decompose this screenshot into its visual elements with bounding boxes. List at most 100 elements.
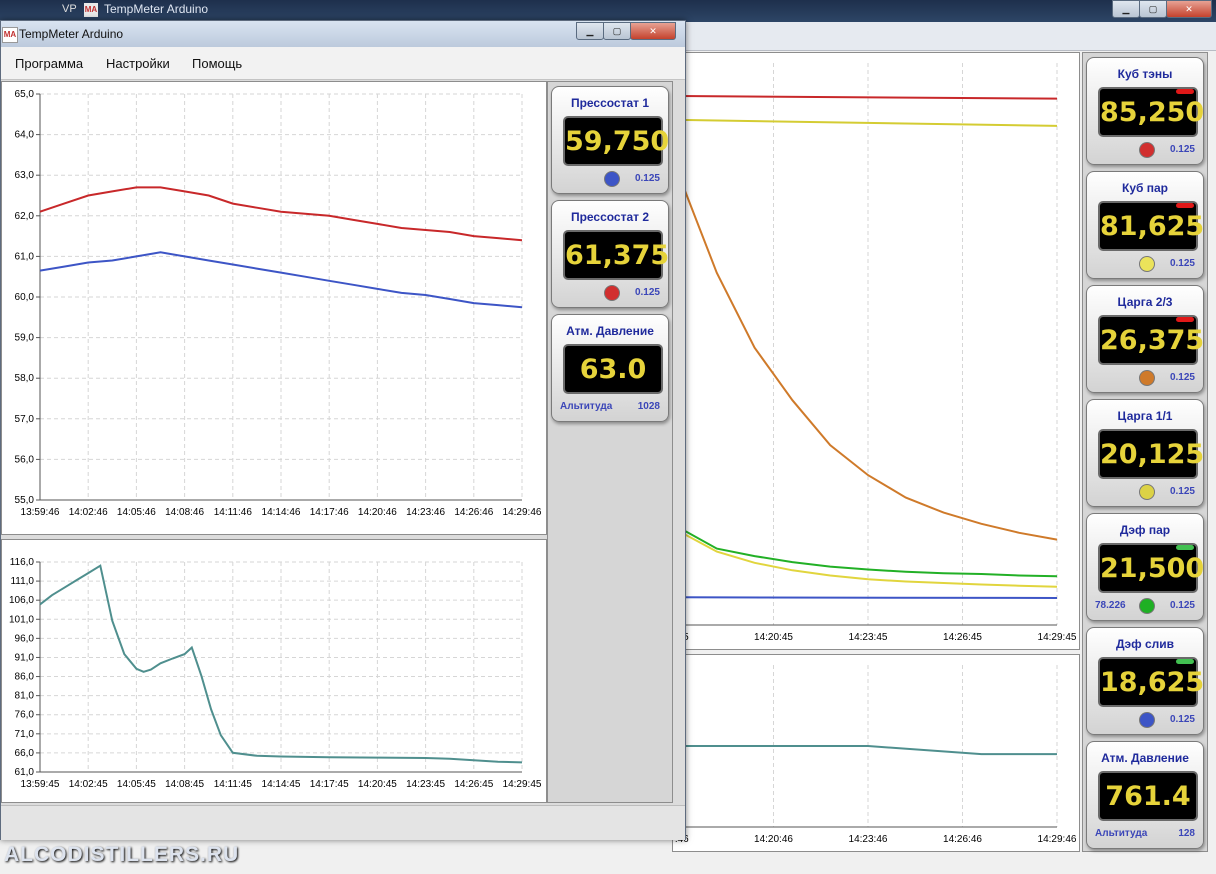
front-sensor-column: Прессостат 1 59,750 0.125 Прессостат 2 6… (547, 81, 673, 803)
sensor-resolution: 0.125 (634, 287, 660, 298)
minimize-icon[interactable]: ▁ (576, 22, 604, 40)
x-tick-label: 14:23:46 (849, 834, 888, 845)
front-titlebar[interactable]: MA TempMeter Arduino ▁ ▢ ✕ (1, 21, 685, 48)
y-tick-label: 76,0 (15, 710, 35, 721)
sensor-display: 61,375 (563, 230, 669, 280)
pressure-chart-panel: 13:59:46 14:02:46 14:05:46 14:08:46 14:11:46… (1, 81, 547, 535)
status-bar (1, 805, 685, 840)
sensor-value: 18,625 (1100, 667, 1205, 698)
menu-program[interactable]: Программа (15, 56, 83, 71)
pressure-value: 63.0 (579, 354, 647, 385)
status-indicator (1176, 659, 1194, 664)
sensor-display: 21,500 (1098, 543, 1205, 593)
sensor-resolution: 0.125 (1169, 600, 1195, 611)
altitude-label: Альтитуда (560, 401, 613, 412)
sensor-value: 85,250 (1100, 97, 1205, 128)
sensor-resolution: 0.125 (1169, 486, 1195, 497)
y-tick-label: 61,0 (15, 251, 35, 262)
y-tick-label: 106,0 (9, 595, 34, 606)
y-tick-label: 58,0 (15, 373, 35, 384)
series-color-dot (1139, 256, 1155, 272)
x-tick-label: 14:29:45 (503, 779, 542, 790)
sensor-title: Куб тэны (1117, 67, 1173, 81)
x-tick-label: 13:59:45 (21, 779, 60, 790)
sensor-value: 59,750 (565, 126, 670, 157)
temperature-chart-plot: 7:4514:20:4514:23:4514:26:4514:29:45 (669, 63, 1077, 643)
y-tick-label: 116,0 (10, 557, 35, 568)
sensor-value: 20,125 (1100, 439, 1205, 470)
x-tick-label: 14:26:46 (454, 507, 493, 518)
x-tick-label: 14:26:45 (943, 632, 982, 643)
sensor-display: 81,625 (1098, 201, 1205, 251)
app-icon: MA (2, 27, 18, 43)
sensor-value: 81,625 (1100, 211, 1205, 242)
pressure-card: Атм. Давление 63.0 Альтитуда 1028 (551, 314, 669, 422)
x-tick-label: 14:02:45 (69, 779, 108, 790)
y-tick-label: 64,0 (15, 130, 35, 141)
alarm-indicator (1176, 89, 1194, 94)
background-menu-strip (680, 22, 1216, 51)
series-color-dot (604, 171, 620, 187)
sensor-resolution: 0.125 (1169, 258, 1195, 269)
pressure-chart: 13:59:46 14:02:46 14:05:46 14:08:46 14:11:46… (15, 89, 542, 518)
menu-settings[interactable]: Настройки (106, 56, 170, 71)
alarm-indicator (1176, 317, 1194, 322)
sensor-card-kub-par: Куб пар 81,625 0.125 (1086, 171, 1204, 279)
y-tick-label: 81,0 (15, 691, 35, 702)
x-tick-label: 14:29:46 (1038, 834, 1077, 845)
sensor-card-tsarga-1-1: Царга 1/1 20,125 0.125 (1086, 399, 1204, 507)
sensor-card-def-par: Дэф пар 21,500 78.226 0.125 (1086, 513, 1204, 621)
x-tick-label: 14:26:46 (943, 834, 982, 845)
pressure-value: 761.4 (1105, 781, 1191, 812)
taskbar-fragment: VP (62, 3, 77, 15)
menu-help[interactable]: Помощь (192, 56, 242, 71)
y-tick-label: 111,0 (10, 576, 34, 587)
x-tick-label: 14:29:45 (1038, 632, 1077, 643)
y-tick-label: 96,0 (15, 633, 35, 644)
sensor-value: 21,500 (1100, 553, 1205, 584)
x-tick-label: 14:20:45 (754, 632, 793, 643)
y-tick-label: 86,0 (15, 672, 35, 683)
y-tick-label: 91,0 (15, 652, 35, 663)
sensor-card-tsarga-2-3: Царга 2/3 26,375 0.125 (1086, 285, 1204, 393)
minimize-icon[interactable]: ▁ (1112, 0, 1140, 18)
sensor-resolution: 0.125 (634, 173, 660, 184)
series-line-0 (678, 95, 1058, 100)
sensor-resolution: 0.125 (1169, 714, 1195, 725)
y-tick-label: 71,0 (15, 729, 35, 740)
series-color-dot (1139, 712, 1155, 728)
series-color-dot (1139, 484, 1155, 500)
maximize-icon[interactable]: ▢ (1139, 0, 1167, 18)
background-window-title: TempMeter Arduino (104, 2, 209, 16)
sensor-title: Царга 2/3 (1117, 295, 1173, 309)
x-tick-label: 14:23:45 (849, 632, 888, 643)
x-tick-label: 14:08:46 (165, 507, 204, 518)
close-icon[interactable]: ✕ (1166, 0, 1212, 18)
sensor-card-kub-teny: Куб тэны 85,250 0.125 (1086, 57, 1204, 165)
y-tick-label: 56,0 (15, 454, 35, 465)
x-tick-label: 14:20:46 (358, 507, 397, 518)
sensor-value: 26,375 (1100, 325, 1205, 356)
x-tick-label: 14:08:45 (165, 779, 204, 790)
close-icon[interactable]: ✕ (630, 22, 676, 40)
sensor-card-pressostat-2: Прессостат 2 61,375 0.125 (551, 200, 669, 308)
sensor-display: 18,625 (1098, 657, 1205, 707)
y-tick-label: 57,0 (15, 414, 35, 425)
x-tick-label: 14:14:45 (262, 779, 301, 790)
maximize-icon[interactable]: ▢ (603, 22, 631, 40)
sensor-title: Куб пар (1122, 181, 1168, 195)
x-tick-label: 14:14:46 (262, 507, 301, 518)
y-tick-label: 101,0 (9, 614, 34, 625)
temperature-chart: 7:4514:20:4514:23:4514:26:4514:29:45 (669, 63, 1077, 643)
background-titlebar: VP MA TempMeter Arduino ▁ ▢ ✕ (0, 0, 1216, 22)
pressure-display: 761.4 (1098, 771, 1198, 821)
series-line-5 (678, 596, 1058, 599)
reference-chart: 13:59:45 14:02:45 14:05:45 14:08:45 14:11:45… (9, 557, 542, 790)
altitude-label: Альтитуда (1095, 828, 1148, 839)
x-tick-label: 14:23:46 (406, 507, 445, 518)
menu-bar: Программа Настройки Помощь (1, 47, 685, 80)
x-tick-label: 14:02:46 (69, 507, 108, 518)
x-tick-label: 14:17:46 (310, 507, 349, 518)
y-tick-label: 55,0 (15, 495, 35, 506)
sensor-title: Дэф слив (1115, 637, 1175, 651)
